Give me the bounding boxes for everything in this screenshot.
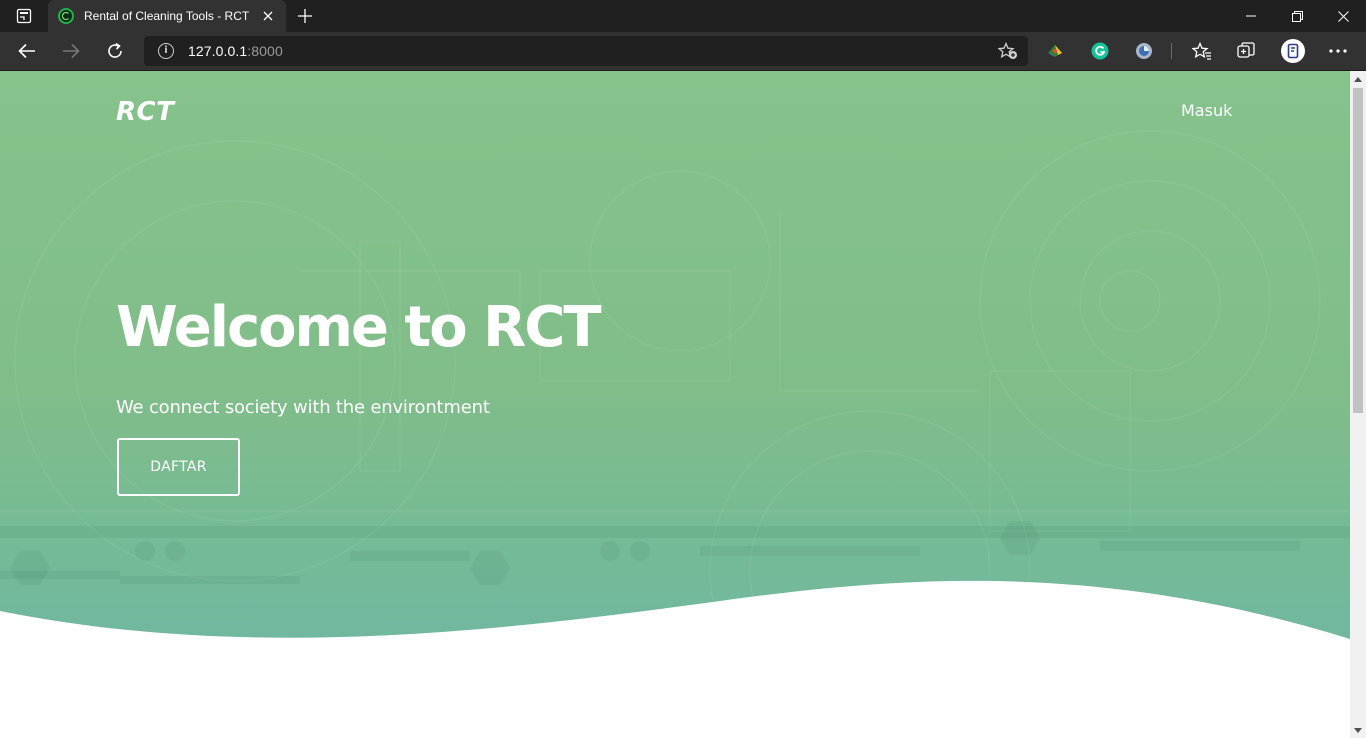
- extension-circle-button[interactable]: [1133, 40, 1155, 62]
- profile-button[interactable]: [1280, 38, 1306, 64]
- hero-wave-divider: [0, 580, 1350, 738]
- close-window-button[interactable]: [1320, 0, 1366, 32]
- add-favorite-button[interactable]: [998, 42, 1018, 60]
- login-link[interactable]: Masuk: [1181, 101, 1232, 120]
- restore-button[interactable]: [1274, 0, 1320, 32]
- caret-up-icon: [1354, 76, 1362, 82]
- grammarly-button[interactable]: [1089, 40, 1111, 62]
- grammarly-icon: [1091, 42, 1109, 60]
- tab-close-button[interactable]: [256, 4, 280, 28]
- scroll-down-arrow[interactable]: [1350, 722, 1366, 738]
- refresh-icon: [108, 42, 122, 58]
- browser-toolbar: i 127.0.0.1:8000: [0, 32, 1366, 71]
- register-button[interactable]: DAFTAR: [117, 438, 240, 496]
- favorites-button[interactable]: [1191, 40, 1213, 62]
- url-port: :8000: [247, 43, 283, 59]
- url-host: 127.0.0.1: [188, 43, 248, 59]
- hero-title: Welcome to RCT: [116, 295, 602, 360]
- browser-tab-active[interactable]: Rental of Cleaning Tools - RCT: [48, 0, 286, 32]
- favorites-icon: [1192, 42, 1211, 60]
- scroll-up-arrow[interactable]: [1350, 71, 1366, 87]
- brand-logo[interactable]: RCT: [116, 97, 174, 127]
- collections-icon: [1237, 42, 1255, 58]
- back-button[interactable]: [12, 36, 42, 66]
- extension-colorful-button[interactable]: [1044, 40, 1066, 62]
- settings-menu-button[interactable]: [1327, 40, 1349, 62]
- info-icon[interactable]: i: [158, 43, 174, 59]
- arrow-left-icon: [18, 43, 35, 59]
- tab-actions-button[interactable]: [8, 4, 40, 28]
- star-add-icon: [998, 42, 1017, 59]
- page-scrollbar[interactable]: [1350, 71, 1366, 738]
- extension-icon: [1048, 45, 1062, 57]
- more-icon: [1329, 49, 1347, 53]
- tab-title: Rental of Cleaning Tools - RCT: [84, 9, 250, 23]
- avatar-icon: [1281, 39, 1305, 63]
- plus-icon: [298, 9, 312, 23]
- tab-actions-icon: [16, 8, 32, 24]
- url-text[interactable]: 127.0.0.1:8000: [188, 43, 283, 59]
- minimize-icon: [1246, 15, 1256, 17]
- address-bar[interactable]: i 127.0.0.1:8000: [144, 36, 1028, 66]
- close-icon: [1337, 10, 1349, 22]
- collections-button[interactable]: [1235, 40, 1257, 62]
- close-icon: [263, 11, 273, 21]
- rct-favicon-icon: [58, 8, 74, 24]
- caret-down-icon: [1354, 727, 1362, 733]
- refresh-button[interactable]: [100, 36, 130, 66]
- browser-titlebar: Rental of Cleaning Tools - RCT: [0, 0, 1366, 32]
- minimize-button[interactable]: [1228, 0, 1274, 32]
- extension-circle-icon: [1136, 43, 1152, 59]
- arrow-right-icon: [63, 43, 80, 59]
- scroll-thumb[interactable]: [1353, 88, 1363, 413]
- restore-icon: [1291, 10, 1303, 22]
- new-tab-button[interactable]: [292, 4, 318, 28]
- forward-button[interactable]: [56, 36, 86, 66]
- hero-subtitle: We connect society with the environtment: [116, 397, 490, 418]
- page-viewport: RCT Masuk Welcome to RCT We connect soci…: [0, 71, 1350, 738]
- toolbar-separator: [1171, 43, 1172, 59]
